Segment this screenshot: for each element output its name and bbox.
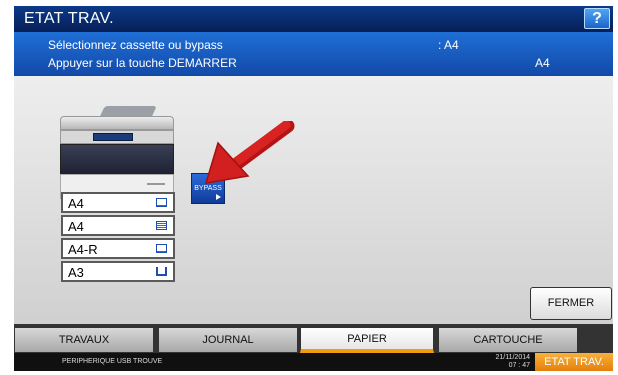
question-icon: ? <box>592 10 602 27</box>
paper-level-icon <box>156 198 167 207</box>
copier-handle <box>147 183 165 185</box>
message-line-2: Appuyer sur la touche DEMARRER <box>48 56 237 70</box>
cassette-size-label: A4 <box>68 219 84 234</box>
play-arrow-icon <box>216 194 221 200</box>
date-time: 21/11/2014 07 : 47 <box>458 354 530 370</box>
red-arrow-icon <box>204 121 295 184</box>
copier-lid <box>60 116 174 130</box>
paper-selection-area: A4 A4 A4-R A3 BYPASS FERMER <box>14 76 613 324</box>
cassette-size-label: A3 <box>68 265 84 280</box>
message-line-1: Sélectionnez cassette ou bypass <box>48 38 223 52</box>
message-line-2-value: A4 <box>535 56 550 70</box>
tab-papier[interactable]: PAPIER <box>300 327 434 353</box>
cassette-size-label: A4-R <box>68 242 98 257</box>
job-status-button[interactable]: ETAT TRAV. <box>535 353 613 371</box>
status-message: PERIPHERIQUE USB TROUVE <box>62 358 163 365</box>
tab-travaux[interactable]: TRAVAUX <box>14 327 154 353</box>
paper-level-icon <box>156 221 167 230</box>
cassette-size-label: A4 <box>68 196 84 211</box>
paper-level-icon <box>156 244 167 253</box>
help-button[interactable]: ? <box>584 8 610 29</box>
status-bar: PERIPHERIQUE USB TROUVE 21/11/2014 07 : … <box>14 353 613 371</box>
paper-level-icon <box>156 267 167 276</box>
screen-title: ETAT TRAV. <box>24 10 114 27</box>
tab-journal[interactable]: JOURNAL <box>158 327 298 353</box>
copier-output-tray <box>60 144 174 174</box>
title-bar: ETAT TRAV. ? <box>14 6 613 32</box>
copier-illustration <box>58 104 176 199</box>
message-bar: Sélectionnez cassette ou bypass : A4 App… <box>14 32 613 76</box>
cassette-3-button[interactable]: A4-R <box>61 238 175 259</box>
cassette-4-button[interactable]: A3 <box>61 261 175 282</box>
message-line-1-value: : A4 <box>438 38 459 52</box>
close-button[interactable]: FERMER <box>530 287 612 320</box>
tab-cartouche[interactable]: CARTOUCHE <box>438 327 578 353</box>
cassette-1-button[interactable]: A4 <box>61 192 175 213</box>
status-time: 07 : 47 <box>508 362 530 369</box>
copier-display <box>93 133 133 141</box>
cassette-2-button[interactable]: A4 <box>61 215 175 236</box>
tab-bar: TRAVAUX JOURNAL PAPIER CARTOUCHE <box>14 324 613 353</box>
status-date: 21/11/2014 <box>495 354 530 361</box>
touch-panel-screen: ETAT TRAV. ? Sélectionnez cassette ou by… <box>14 6 613 371</box>
copier-control-panel <box>60 130 174 144</box>
